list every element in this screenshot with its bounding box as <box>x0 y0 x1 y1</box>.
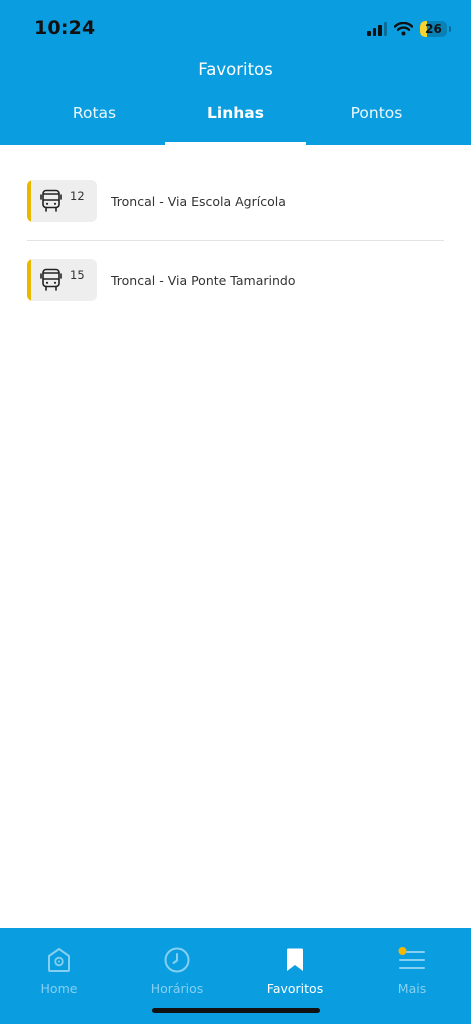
line-number: 15 <box>70 268 85 282</box>
notification-dot <box>398 947 407 955</box>
battery-cap <box>449 26 451 32</box>
tab-label: Pontos <box>350 104 403 122</box>
home-icon <box>48 948 70 972</box>
bus-icon <box>40 189 62 212</box>
nav-label: Horários <box>150 981 204 996</box>
line-name: Troncal - Via Escola Agrícola <box>111 193 286 209</box>
list-item[interactable]: 12 Troncal - Via Escola Agrícola <box>27 180 444 222</box>
battery-level: 26 <box>425 22 442 36</box>
line-accent-bar <box>27 259 31 301</box>
page-title: Favoritos <box>198 60 273 79</box>
nav-mais[interactable]: Mais <box>353 928 471 1008</box>
bookmark-icon <box>287 948 303 971</box>
home-indicator <box>152 1008 320 1013</box>
favorite-lines-list: 12 Troncal - Via Escola Agrícola 15 Tron… <box>27 180 444 301</box>
nav-horarios[interactable]: Horários <box>118 928 236 1008</box>
list-divider <box>27 240 444 241</box>
tab-active-indicator <box>165 142 306 145</box>
nav-home[interactable]: Home <box>0 928 118 1008</box>
line-badge: 12 <box>27 180 97 222</box>
cellular-signal-icon <box>367 22 387 36</box>
clock-icon <box>164 947 190 973</box>
line-badge: 15 <box>27 259 97 301</box>
tab-label: Rotas <box>72 104 117 122</box>
battery-icon: 26 <box>420 21 447 37</box>
app-header: 10:24 26 Favoritos Rotas Linhas Pontos <box>0 0 471 145</box>
nav-favoritos[interactable]: Favoritos <box>236 928 354 1008</box>
nav-label: Home <box>40 981 78 996</box>
bus-icon <box>40 268 62 291</box>
tab-pontos[interactable]: Pontos <box>306 96 447 145</box>
tab-linhas[interactable]: Linhas <box>165 96 306 145</box>
status-time: 10:24 <box>34 17 96 39</box>
tab-label: Linhas <box>207 104 264 122</box>
tab-rotas[interactable]: Rotas <box>24 96 165 145</box>
line-number: 12 <box>70 189 85 203</box>
line-name: Troncal - Via Ponte Tamarindo <box>111 272 296 288</box>
tab-bar: Rotas Linhas Pontos <box>0 96 471 145</box>
status-bar: 10:24 26 <box>0 0 471 56</box>
menu-icon <box>398 947 425 969</box>
line-accent-bar <box>27 180 31 222</box>
nav-label: Mais <box>397 981 427 996</box>
wifi-icon <box>394 22 413 36</box>
status-icons: 26 <box>367 19 451 39</box>
list-item[interactable]: 15 Troncal - Via Ponte Tamarindo <box>27 259 444 301</box>
nav-label: Favoritos <box>266 981 324 996</box>
